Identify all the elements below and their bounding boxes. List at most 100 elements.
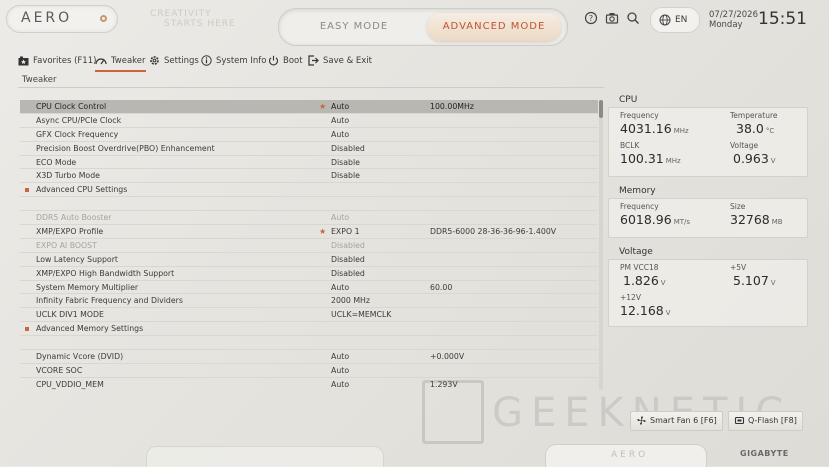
setting-row[interactable]: Precision Boost Overdrive(PBO) Enhanceme…	[20, 142, 598, 156]
tab-settings[interactable]: Settings	[149, 54, 199, 70]
bios-screen: AERO CREATIVITY STARTS HERE EASY MODE AD…	[0, 0, 829, 467]
p5v-unit: V	[770, 279, 776, 287]
setting-detail: 100.00MHz	[430, 102, 474, 111]
section-divider	[18, 87, 604, 88]
scrollbar-track[interactable]	[599, 100, 603, 390]
tab-system-info[interactable]: System Info	[201, 54, 267, 70]
setting-row[interactable]: Infinity Fabric Frequency and Dividers 20…	[20, 294, 598, 309]
power-icon	[268, 55, 279, 66]
setting-name: CPU Clock Control	[36, 102, 107, 111]
setting-value[interactable]: Auto	[331, 378, 349, 390]
memory-frequency-value: 6018.96 MT/s	[620, 212, 690, 227]
mode-switch: EASY MODE ADVANCED MODE	[278, 8, 568, 46]
tab-tweaker[interactable]: Tweaker	[95, 54, 146, 72]
star-icon: ★	[319, 102, 327, 111]
setting-value[interactable]: UCLK=MEMCLK	[331, 308, 391, 322]
setting-value[interactable]: Auto	[331, 211, 349, 225]
setting-value[interactable]: EXPO 1	[331, 225, 360, 239]
qflash-label: Q-Flash [F8]	[748, 416, 797, 425]
setting-value[interactable]: Auto	[331, 114, 349, 128]
setting-value[interactable]: Auto	[331, 364, 349, 378]
svg-text:?: ?	[589, 14, 593, 23]
setting-value[interactable]: Auto	[331, 128, 349, 142]
tab-save-exit-label: Save & Exit	[323, 56, 372, 66]
setting-value[interactable]: Disabled	[331, 239, 365, 253]
cpu-temperature-label: Temperature	[730, 111, 778, 120]
tab-settings-label: Settings	[164, 56, 199, 66]
setting-value[interactable]: Disable	[331, 156, 360, 170]
tab-boot[interactable]: Boot	[268, 54, 303, 70]
easy-mode-button[interactable]: EASY MODE	[289, 14, 419, 40]
globe-icon	[659, 14, 671, 26]
setting-name: X3D Turbo Mode	[36, 171, 100, 181]
submenu-row[interactable]: Advanced CPU Settings	[20, 183, 598, 198]
camera-icon[interactable]	[605, 11, 619, 25]
setting-row[interactable]: Async CPU/PCIe Clock Auto	[20, 114, 598, 128]
slogan: CREATIVITY STARTS HERE	[150, 9, 236, 29]
cpu-bclk-unit: MHz	[665, 157, 681, 165]
language-button[interactable]: EN	[650, 7, 700, 33]
help-icon[interactable]: ?	[584, 11, 598, 25]
setting-row[interactable]: XMP/EXPO Profile ★ EXPO 1 DDR5-6000 28-36-3…	[20, 225, 598, 239]
setting-row[interactable]: DDR5 Auto Booster Auto	[20, 211, 598, 226]
pm-vcc18-number: 1.826	[623, 273, 659, 288]
advanced-mode-button[interactable]: ADVANCED MODE	[427, 13, 561, 41]
cpu-temperature-value: 38.0 °C	[736, 121, 774, 136]
memory-size-number: 32768	[730, 212, 770, 227]
cpu-frequency-unit: MHz	[673, 127, 689, 135]
scrollbar-thumb[interactable]	[599, 100, 603, 118]
setting-row[interactable]: X3D Turbo Mode Disable	[20, 169, 598, 184]
setting-row[interactable]: GFX Clock Frequency Auto	[20, 128, 598, 142]
tab-boot-label: Boot	[283, 56, 303, 66]
date-display: 07/27/2026 Monday	[709, 10, 758, 30]
setting-name: GFX Clock Frequency	[36, 129, 119, 139]
setting-row[interactable]: Dynamic Vcore (DVID) Auto +0.000V	[20, 350, 598, 364]
submenu-row[interactable]: Advanced Memory Settings	[20, 322, 598, 337]
cpu-frequency-label: Frequency	[620, 111, 659, 120]
setting-row[interactable]: EXPO AI BOOST Disabled	[20, 239, 598, 253]
language-label: EN	[675, 15, 688, 25]
setting-value[interactable]: Disabled	[331, 142, 365, 156]
qflash-button[interactable]: Q-Flash [F8]	[728, 411, 803, 431]
setting-name: XMP/EXPO High Bandwidth Support	[36, 268, 175, 278]
setting-row[interactable]: XMP/EXPO High Bandwidth Support Disabled	[20, 267, 598, 281]
setting-value[interactable]: Auto	[331, 100, 349, 114]
setting-value[interactable]: Disabled	[331, 253, 365, 267]
setting-row[interactable]: ECO Mode Disable	[20, 156, 598, 170]
memory-size-unit: MB	[771, 218, 783, 226]
aero-logo: AERO	[6, 5, 118, 33]
setting-name: DDR5 Auto Booster	[36, 213, 112, 223]
voltage-box: PM VCC18 1.826 V +5V 5.107 V +12V 12.168 V	[608, 259, 808, 327]
setting-value[interactable]: Auto	[331, 281, 349, 295]
setting-name: Low Latency Support	[36, 254, 118, 264]
setting-name: Async CPU/PCIe Clock	[36, 115, 122, 125]
setting-row[interactable]: VCORE SOC Auto	[20, 364, 598, 378]
setting-name: Advanced CPU Settings	[36, 185, 128, 195]
cpu-temperature-unit: °C	[765, 127, 775, 135]
setting-value[interactable]: Disable	[331, 169, 360, 183]
pm-vcc18-label: PM VCC18	[620, 263, 659, 272]
setting-row[interactable]: Low Latency Support Disabled	[20, 253, 598, 267]
cpu-bclk-label: BCLK	[620, 141, 640, 150]
tab-system-info-label: System Info	[216, 56, 267, 66]
setting-value[interactable]: Disabled	[331, 267, 365, 281]
tab-tweaker-label: Tweaker	[111, 56, 146, 66]
memory-frequency-label: Frequency	[620, 202, 659, 211]
setting-name: Dynamic Vcore (DVID)	[36, 352, 124, 362]
fan-icon	[637, 416, 646, 425]
setting-row[interactable]: CPU Clock Control ★ Auto 100.00MHz	[20, 100, 598, 114]
setting-name: XMP/EXPO Profile	[36, 227, 104, 237]
search-icon[interactable]	[626, 11, 640, 25]
setting-value[interactable]: 2000 MHz	[331, 294, 370, 308]
setting-row[interactable]: System Memory Multiplier Auto 60.00	[20, 281, 598, 295]
cpu-bclk-value: 100.31 MHz	[620, 151, 681, 166]
smart-fan-button[interactable]: Smart Fan 6 [F6]	[630, 411, 723, 431]
tab-favorites[interactable]: Favorites (F11)	[18, 54, 96, 70]
favorites-icon	[18, 56, 29, 66]
gear-icon	[150, 56, 159, 65]
date-text: 07/27/2026	[709, 10, 758, 20]
setting-value[interactable]: Auto	[331, 350, 349, 364]
cpu-temperature-number: 38.0	[736, 121, 764, 136]
setting-row[interactable]: UCLK DIV1 MODE UCLK=MEMCLK	[20, 308, 598, 323]
tab-save-exit[interactable]: Save & Exit	[308, 54, 372, 70]
